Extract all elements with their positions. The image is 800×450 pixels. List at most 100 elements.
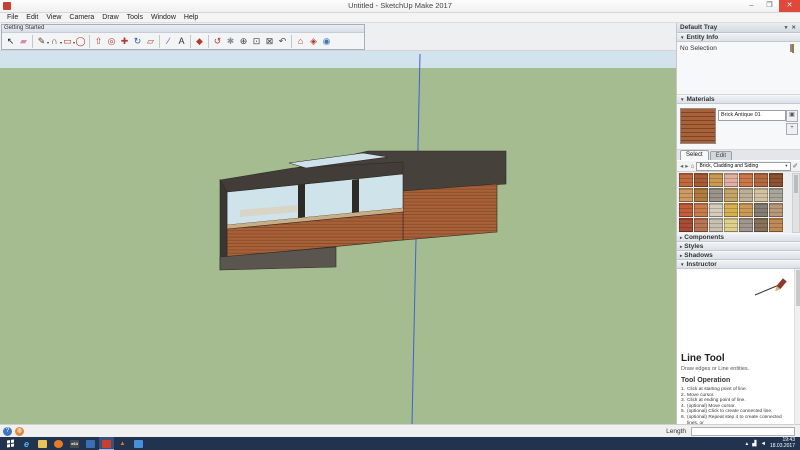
- tape-measure-tool[interactable]: ∕: [162, 34, 175, 49]
- line-tool[interactable]: ✎▾: [35, 34, 48, 49]
- material-swatch-1[interactable]: [679, 173, 693, 187]
- viewport-3d[interactable]: [0, 51, 676, 424]
- taskbar-icon-sketchup[interactable]: [99, 437, 114, 450]
- taskbar-icon-vlc[interactable]: ▲: [115, 437, 130, 450]
- show-hidden-icons[interactable]: ▴: [746, 441, 749, 447]
- material-swatch-26[interactable]: [739, 218, 753, 232]
- menu-camera[interactable]: Camera: [65, 13, 98, 22]
- instructor-header[interactable]: ▼ Instructor: [677, 260, 800, 269]
- length-measurement-box[interactable]: [691, 427, 795, 436]
- material-swatch-25[interactable]: [724, 218, 738, 232]
- material-name-field[interactable]: Brick Antique 01: [718, 110, 786, 121]
- material-swatch-23[interactable]: [694, 218, 708, 232]
- tray-close-icon[interactable]: ✕: [789, 25, 798, 31]
- zoom-extents-tool[interactable]: ⊠: [263, 34, 276, 49]
- shape-tool[interactable]: ▭▾: [61, 34, 74, 49]
- material-swatch-28[interactable]: [769, 218, 783, 232]
- create-material-button[interactable]: +: [786, 123, 798, 135]
- material-swatch-13[interactable]: [754, 188, 768, 202]
- menu-help[interactable]: Help: [180, 13, 202, 22]
- taskbar-clock[interactable]: 19:43 18.03.2017: [770, 438, 795, 449]
- circle-tool[interactable]: ◯: [74, 34, 87, 49]
- material-swatch-22[interactable]: [679, 218, 693, 232]
- material-swatch-12[interactable]: [739, 188, 753, 202]
- materials-tab-edit[interactable]: Edit: [710, 151, 732, 160]
- start-button[interactable]: [2, 437, 18, 450]
- components-header[interactable]: ▸Components: [677, 233, 800, 242]
- extension-warehouse-tool[interactable]: ◈: [307, 34, 320, 49]
- taskbar-icon-blue-app[interactable]: [83, 437, 98, 450]
- material-swatch-14[interactable]: [769, 188, 783, 202]
- taskbar-icon-mail[interactable]: [131, 437, 146, 450]
- volume-icon[interactable]: ◄: [761, 441, 766, 447]
- materials-scrollbar[interactable]: [792, 173, 800, 233]
- material-swatch-15[interactable]: [679, 203, 693, 217]
- taskbar-icon-explorer[interactable]: [35, 437, 50, 450]
- move-tool[interactable]: ✚: [118, 34, 131, 49]
- material-swatch-2[interactable]: [694, 173, 708, 187]
- zoom-window-tool[interactable]: ⊡: [250, 34, 263, 49]
- material-swatch-11[interactable]: [724, 188, 738, 202]
- help-icon[interactable]: ?: [3, 427, 12, 436]
- material-swatch-3[interactable]: [709, 173, 723, 187]
- instructor-scrollbar[interactable]: [794, 269, 800, 424]
- rotate-tool[interactable]: ↻: [131, 34, 144, 49]
- select-tool[interactable]: ↖: [4, 34, 17, 49]
- toolbar-title[interactable]: Getting Started: [2, 25, 364, 33]
- menu-draw[interactable]: Draw: [98, 13, 122, 22]
- menu-edit[interactable]: Edit: [22, 13, 42, 22]
- offset-tool[interactable]: ◎: [105, 34, 118, 49]
- orbit-tool[interactable]: ↺: [211, 34, 224, 49]
- maximize-button[interactable]: ❐: [761, 0, 778, 12]
- pan-tool[interactable]: ✱: [224, 34, 237, 49]
- material-swatch-16[interactable]: [694, 203, 708, 217]
- styles-header[interactable]: ▸Styles: [677, 242, 800, 251]
- material-swatch-7[interactable]: [769, 173, 783, 187]
- paint-bucket-tool[interactable]: ◆: [193, 34, 206, 49]
- taskbar-icon-ie[interactable]: e: [19, 437, 34, 450]
- scale-tool[interactable]: ▱: [144, 34, 157, 49]
- taskbar-icon-x64[interactable]: x64: [67, 437, 82, 450]
- material-swatch-24[interactable]: [709, 218, 723, 232]
- home-icon[interactable]: ⌂: [691, 163, 695, 170]
- material-swatch-18[interactable]: [724, 203, 738, 217]
- geolocation-icon[interactable]: ◍: [15, 427, 24, 436]
- shadows-header[interactable]: ▸Shadows: [677, 251, 800, 260]
- tray-pin-icon[interactable]: ▾: [783, 25, 790, 31]
- material-swatch-19[interactable]: [739, 203, 753, 217]
- material-category-dropdown[interactable]: Brick, Cladding and Siding ▾: [696, 162, 790, 171]
- lock-icon[interactable]: [790, 45, 797, 53]
- network-icon[interactable]: ▟: [752, 441, 756, 447]
- material-swatch-8[interactable]: [679, 188, 693, 202]
- 3d-warehouse-tool[interactable]: ⌂: [294, 34, 307, 49]
- add-location-tool[interactable]: ◉: [320, 34, 333, 49]
- back-arrow-icon[interactable]: ◂: [680, 162, 683, 170]
- material-swatch-9[interactable]: [694, 188, 708, 202]
- menu-view[interactable]: View: [42, 13, 65, 22]
- arc-tool[interactable]: ∩▾: [48, 34, 61, 49]
- zoom-tool[interactable]: ⊕: [237, 34, 250, 49]
- secondary-pane-button[interactable]: ▣: [786, 110, 798, 122]
- previous-view-tool[interactable]: ↶: [276, 34, 289, 49]
- forward-arrow-icon[interactable]: ▸: [685, 162, 688, 170]
- entity-info-header[interactable]: ▼ Entity Info: [677, 33, 800, 42]
- menu-tools[interactable]: Tools: [123, 13, 147, 22]
- pushpull-tool[interactable]: ⇧: [92, 34, 105, 49]
- eraser-tool[interactable]: ▰: [17, 34, 30, 49]
- close-button[interactable]: ✕: [779, 0, 800, 12]
- materials-tab-select[interactable]: Select: [680, 150, 709, 160]
- menu-window[interactable]: Window: [147, 13, 180, 22]
- material-swatch-21[interactable]: [769, 203, 783, 217]
- material-swatch-27[interactable]: [754, 218, 768, 232]
- material-swatch-5[interactable]: [739, 173, 753, 187]
- minimize-button[interactable]: –: [743, 0, 760, 12]
- material-swatch-20[interactable]: [754, 203, 768, 217]
- material-swatch-10[interactable]: [709, 188, 723, 202]
- material-swatch-17[interactable]: [709, 203, 723, 217]
- text-tool[interactable]: A: [175, 34, 188, 49]
- material-preview-thumbnail[interactable]: [680, 108, 716, 144]
- menu-file[interactable]: File: [3, 13, 22, 22]
- material-swatch-4[interactable]: [724, 173, 738, 187]
- taskbar-icon-firefox[interactable]: [51, 437, 66, 450]
- sample-paint-icon[interactable]: ✐: [793, 162, 798, 170]
